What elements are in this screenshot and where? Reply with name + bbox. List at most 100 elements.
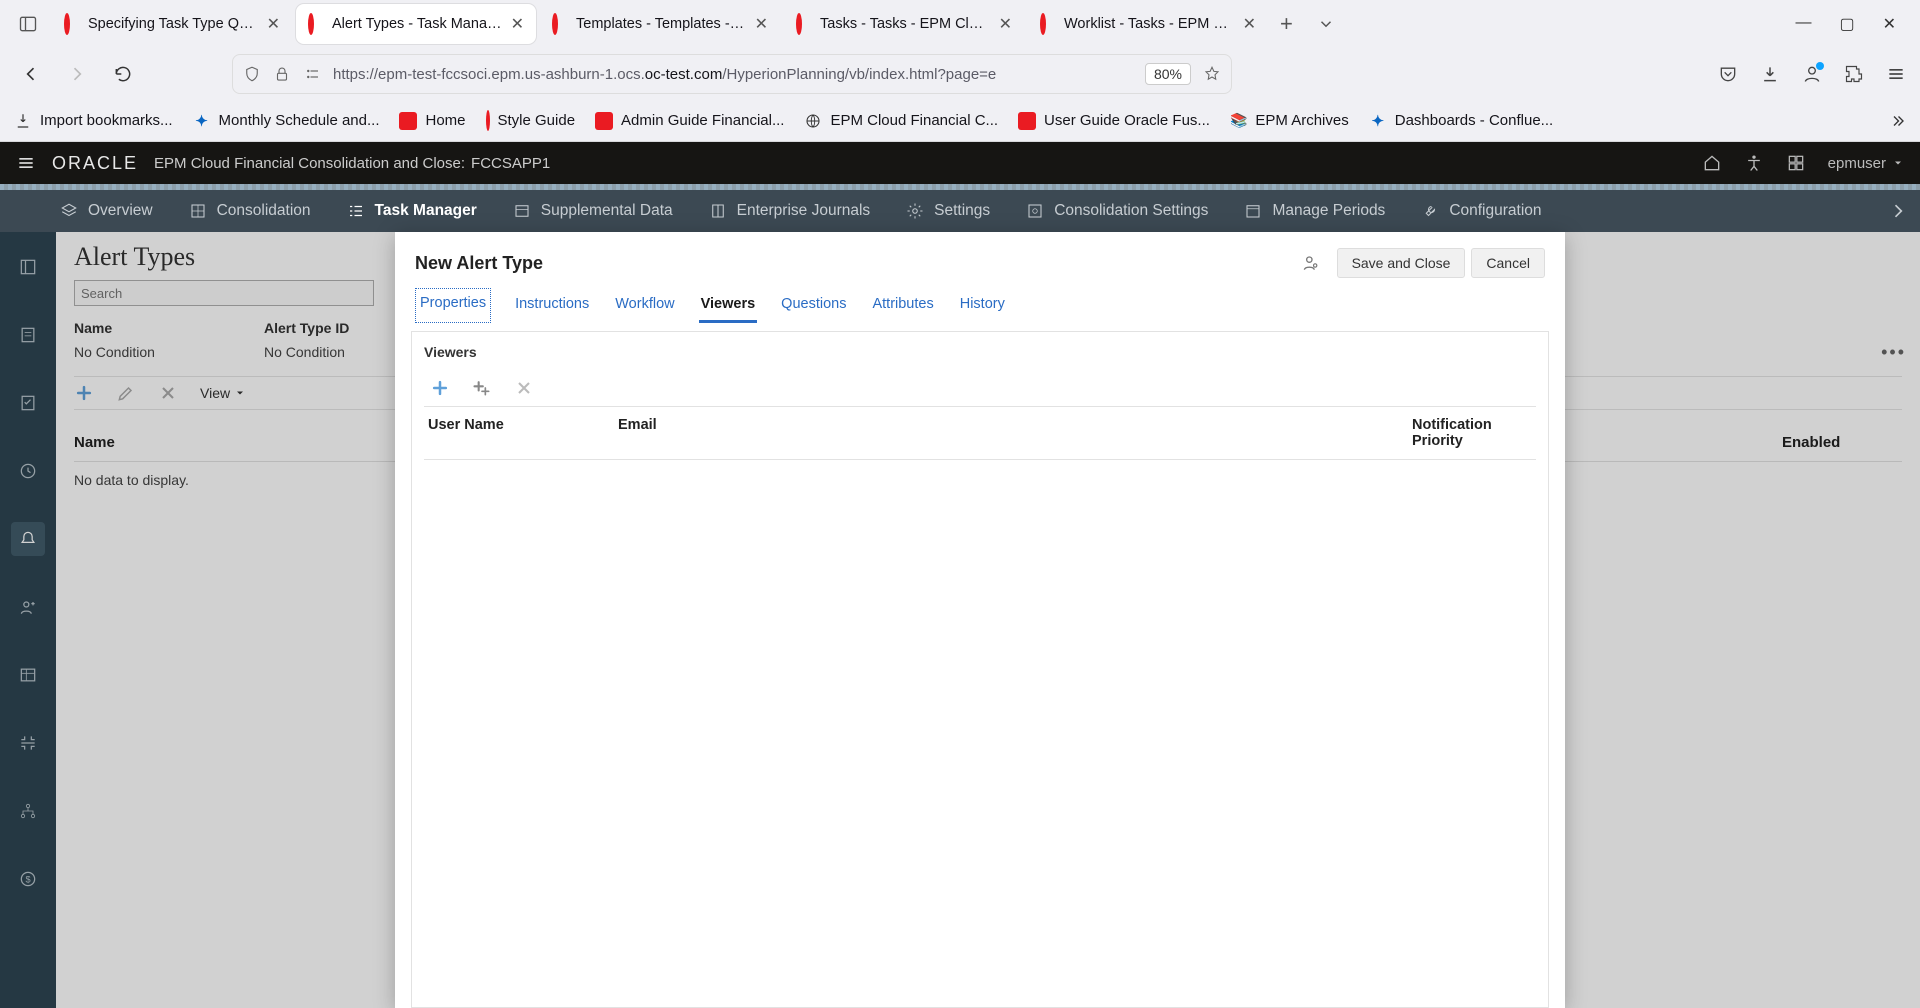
hamburger-icon[interactable]: [16, 153, 36, 173]
tab-workflow[interactable]: Workflow: [613, 288, 676, 323]
app-name: FCCSAPP1: [471, 155, 550, 172]
tab-instructions[interactable]: Instructions: [513, 288, 591, 323]
bookmark-epm-archives[interactable]: 📚EPM Archives: [1230, 112, 1349, 129]
module-consolidation-settings[interactable]: Consolidation Settings: [1026, 202, 1208, 220]
url-bar[interactable]: https://epm-test-fccsoci.epm.us-ashburn-…: [232, 54, 1232, 94]
chevron-down-icon: [1892, 157, 1904, 169]
reload-button[interactable]: [106, 57, 140, 91]
tab-title: Tasks - Tasks - EPM Cloud: [820, 16, 991, 32]
bookmark-user-guide[interactable]: User Guide Oracle Fus...: [1018, 112, 1210, 130]
forward-button[interactable]: [60, 57, 94, 91]
assign-user-icon[interactable]: [1301, 253, 1321, 273]
module-label: Overview: [88, 202, 153, 220]
account-icon[interactable]: [1802, 64, 1822, 84]
bookmark-dashboards[interactable]: ✦Dashboards - Conflue...: [1369, 112, 1553, 130]
tab-close-icon[interactable]: ✕: [267, 14, 280, 34]
bookmark-style-guide[interactable]: Style Guide: [486, 112, 576, 129]
confluence-icon: ✦: [1369, 112, 1387, 130]
module-consolidation[interactable]: Consolidation: [189, 202, 311, 220]
window-minimize-button[interactable]: —: [1795, 14, 1811, 34]
navigator-icon[interactable]: [1786, 153, 1806, 173]
overview-icon: [60, 202, 78, 220]
add-viewer-button[interactable]: [430, 378, 450, 398]
add-team-button[interactable]: [472, 378, 492, 398]
module-manage-periods[interactable]: Manage Periods: [1244, 202, 1385, 220]
module-nav-scroll-right[interactable]: [1888, 201, 1908, 221]
tab-properties[interactable]: Properties: [415, 288, 491, 323]
oracle-ring-icon: [486, 112, 490, 129]
module-label: Manage Periods: [1272, 202, 1385, 220]
tab-title: Templates - Templates - Ta: [576, 16, 747, 32]
bookmark-label: Import bookmarks...: [40, 112, 173, 129]
app-root: ORACLE EPM Cloud Financial Consolidation…: [0, 142, 1920, 1008]
module-label: Consolidation Settings: [1054, 202, 1208, 220]
pocket-icon[interactable]: [1718, 64, 1738, 84]
tab-close-icon[interactable]: ✕: [999, 14, 1012, 34]
bookmark-label: Admin Guide Financial...: [621, 112, 784, 129]
browser-tab-1[interactable]: Alert Types - Task Manage ✕: [296, 4, 536, 44]
zoom-indicator[interactable]: 80%: [1145, 63, 1191, 85]
recent-browsing-button[interactable]: [8, 6, 48, 42]
tab-questions[interactable]: Questions: [779, 288, 848, 323]
module-supplemental-data[interactable]: Supplemental Data: [513, 202, 673, 220]
bookmark-import[interactable]: Import bookmarks...: [14, 112, 173, 130]
app-menu-icon[interactable]: [1886, 64, 1906, 84]
import-icon: [14, 112, 32, 130]
dialog-title: New Alert Type: [415, 253, 543, 274]
bookmark-label: User Guide Oracle Fus...: [1044, 112, 1210, 129]
browser-tab-0[interactable]: Specifying Task Type Ques ✕: [52, 4, 292, 44]
tab-viewers[interactable]: Viewers: [699, 288, 758, 323]
module-enterprise-journals[interactable]: Enterprise Journals: [709, 202, 871, 220]
module-label: Consolidation: [217, 202, 311, 220]
browser-chrome: Specifying Task Type Ques ✕ Alert Types …: [0, 0, 1920, 142]
tab-history[interactable]: History: [958, 288, 1007, 323]
accessibility-icon[interactable]: [1744, 153, 1764, 173]
bookmark-monthly[interactable]: ✦Monthly Schedule and...: [193, 112, 380, 130]
remove-viewer-button[interactable]: [514, 378, 534, 398]
extensions-icon[interactable]: [1844, 64, 1864, 84]
browser-tab-4[interactable]: Worklist - Tasks - EPM Clo ✕: [1028, 4, 1268, 44]
downloads-icon[interactable]: [1760, 64, 1780, 84]
all-tabs-button[interactable]: [1317, 15, 1335, 33]
oracle-logo: ORACLE: [52, 153, 138, 174]
back-button[interactable]: [14, 57, 48, 91]
bookmark-admin-guide[interactable]: Admin Guide Financial...: [595, 112, 784, 130]
window-close-button[interactable]: ✕: [1883, 14, 1896, 34]
home-icon[interactable]: [1702, 153, 1722, 173]
tab-close-icon[interactable]: ✕: [511, 14, 524, 34]
col-email: Email: [618, 417, 1412, 449]
bookmark-star-icon[interactable]: [1203, 65, 1221, 83]
module-configuration[interactable]: Configuration: [1421, 202, 1541, 220]
tab-title: Alert Types - Task Manage: [332, 16, 503, 32]
bookmarks-overflow-icon[interactable]: [1888, 112, 1906, 130]
oracle-favicon-icon: [64, 16, 80, 32]
module-nav: Overview Consolidation Task Manager Supp…: [0, 190, 1920, 232]
browser-tab-3[interactable]: Tasks - Tasks - EPM Cloud ✕: [784, 4, 1024, 44]
confluence-icon: ✦: [193, 112, 211, 130]
globe-icon: [804, 112, 822, 130]
tab-attributes[interactable]: Attributes: [870, 288, 935, 323]
browser-tab-2[interactable]: Templates - Templates - Ta ✕: [540, 4, 780, 44]
cancel-button[interactable]: Cancel: [1471, 248, 1545, 278]
bookmark-epm-cloud[interactable]: EPM Cloud Financial C...: [804, 112, 998, 130]
tab-close-icon[interactable]: ✕: [755, 14, 768, 34]
bookmarks-bar: Import bookmarks... ✦Monthly Schedule an…: [0, 100, 1920, 142]
calendar-icon: [1244, 202, 1262, 220]
product-name: EPM Cloud Financial Consolidation and Cl…: [154, 155, 465, 172]
new-tab-button[interactable]: +: [1280, 11, 1293, 37]
bookmark-label: EPM Archives: [1255, 112, 1348, 129]
save-and-close-button[interactable]: Save and Close: [1337, 248, 1466, 278]
module-settings[interactable]: Settings: [906, 202, 990, 220]
module-overview[interactable]: Overview: [60, 202, 153, 220]
user-menu[interactable]: epmuser: [1828, 155, 1904, 172]
settings2-icon: [1026, 202, 1044, 220]
oracle-favicon-icon: [308, 16, 324, 32]
dialog-body: Viewers User Name Email Notification Pri…: [411, 331, 1549, 1008]
module-task-manager[interactable]: Task Manager: [347, 202, 477, 220]
nav-toolbar: https://epm-test-fccsoci.epm.us-ashburn-…: [0, 48, 1920, 100]
window-maximize-button[interactable]: ▢: [1839, 14, 1854, 34]
section-title: Viewers: [424, 344, 1536, 360]
wrench-icon: [1421, 202, 1439, 220]
tab-close-icon[interactable]: ✕: [1243, 14, 1256, 34]
bookmark-home[interactable]: Home: [399, 112, 465, 130]
